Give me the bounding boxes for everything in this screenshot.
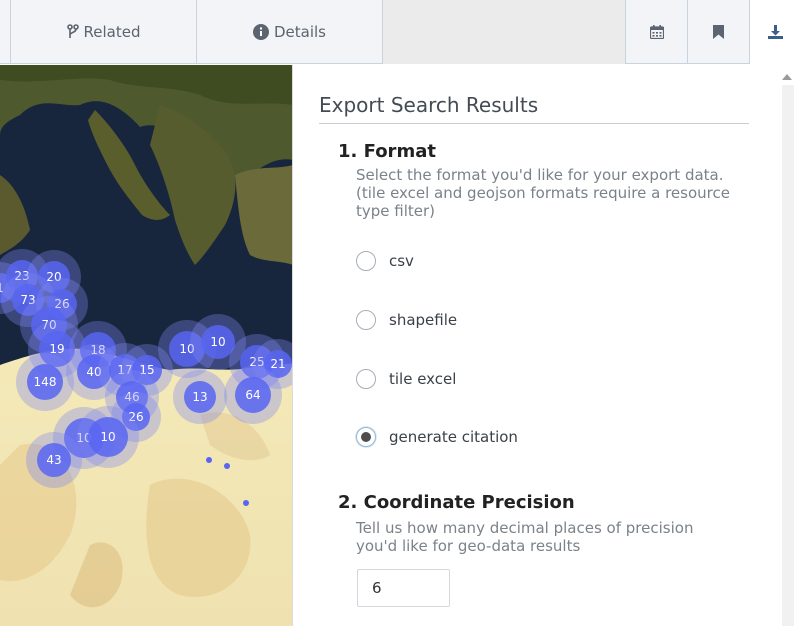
info-icon: [252, 24, 269, 40]
map-cluster-marker[interactable]: 43: [26, 432, 82, 488]
bookmark-icon: [713, 25, 724, 39]
map-cluster-marker[interactable]: 10: [77, 406, 139, 468]
map-cluster-marker[interactable]: 13: [173, 370, 227, 424]
format-heading: 1. Format: [338, 141, 436, 162]
format-option-label: shapefile: [389, 311, 458, 329]
calendar-icon: [649, 25, 664, 39]
map-cluster-count: 10: [100, 430, 116, 444]
scrollbar[interactable]: [774, 65, 800, 626]
tab-details[interactable]: Details: [197, 0, 383, 64]
tab-bookmark[interactable]: [688, 0, 750, 64]
map-cluster-count: 148: [33, 375, 57, 389]
scroll-up-arrow-icon[interactable]: [780, 71, 794, 83]
download-icon: [767, 25, 783, 39]
map-cluster-count: 21: [270, 357, 286, 371]
tab-empty-space: [383, 0, 626, 64]
radio-shapefile[interactable]: [356, 310, 376, 330]
precision-description: Tell us how many decimal places of preci…: [356, 519, 694, 555]
map-cluster-count: 43: [46, 453, 62, 467]
format-option-label: csv: [389, 252, 414, 270]
scroll-track[interactable]: [782, 85, 794, 626]
tab-download[interactable]: [750, 0, 800, 65]
format-option-label: generate citation: [389, 428, 518, 446]
title-divider: [319, 123, 749, 124]
tab-related[interactable]: Related: [10, 0, 197, 64]
map-cluster-count: 13: [192, 390, 208, 404]
tab-related-label: Related: [83, 23, 141, 41]
radio-selected-dot: [361, 432, 371, 442]
precision-heading: 2. Coordinate Precision: [338, 492, 575, 513]
top-tab-bar: Related Details: [0, 0, 800, 65]
map-cluster-marker[interactable]: 64: [224, 366, 282, 424]
radio-csv[interactable]: [356, 251, 376, 271]
format-option-csv[interactable]: csv: [356, 251, 414, 271]
radio-generate-citation[interactable]: [356, 427, 376, 447]
tab-details-label: Details: [273, 23, 326, 41]
map-cluster-count: 10: [210, 335, 226, 349]
map-cluster-count: 64: [245, 388, 261, 402]
format-description: Select the format you'd like for your ex…: [356, 166, 730, 220]
format-option-tile-excel[interactable]: tile excel: [356, 369, 456, 389]
map-cluster-marker[interactable]: 148: [16, 353, 74, 411]
format-option-label: tile excel: [389, 370, 457, 388]
radio-tile-excel[interactable]: [356, 369, 376, 389]
map-view[interactable]: 1232073267019184017151484626101043101013…: [0, 65, 293, 626]
tab-calendar[interactable]: [626, 0, 688, 64]
format-option-shapefile[interactable]: shapefile: [356, 310, 457, 330]
fork-icon: [66, 24, 79, 40]
export-panel: Export Search Results 1. Format Select t…: [294, 65, 774, 626]
format-option-generate-citation[interactable]: generate citation: [356, 427, 518, 447]
panel-title: Export Search Results: [319, 93, 539, 117]
precision-input[interactable]: [357, 569, 450, 607]
